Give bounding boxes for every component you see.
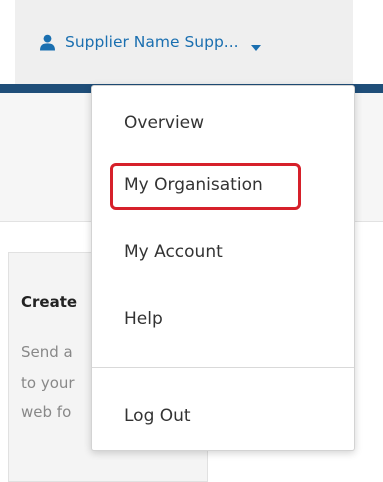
card-text-line: to your — [21, 374, 75, 392]
chevron-down-icon — [250, 38, 261, 51]
user-icon — [39, 34, 56, 51]
user-dropdown-menu: Overview My Organisation My Account Help… — [91, 85, 355, 451]
header-bar: Supplier Name Supp... — [0, 0, 383, 84]
card-text-line: web fo — [21, 403, 72, 421]
menu-divider — [92, 367, 354, 368]
menu-item-my-account[interactable]: My Account — [124, 242, 223, 262]
user-menu-label: Supplier Name Supp... — [65, 33, 239, 51]
menu-item-overview[interactable]: Overview — [124, 113, 204, 133]
user-menu-button[interactable]: Supplier Name Supp... — [15, 0, 353, 84]
menu-item-my-organisation[interactable]: My Organisation — [124, 175, 263, 195]
menu-item-log-out[interactable]: Log Out — [124, 406, 191, 426]
menu-item-help[interactable]: Help — [124, 309, 163, 329]
card-text-line: Send a — [21, 343, 73, 361]
card-title: Create — [21, 293, 78, 311]
